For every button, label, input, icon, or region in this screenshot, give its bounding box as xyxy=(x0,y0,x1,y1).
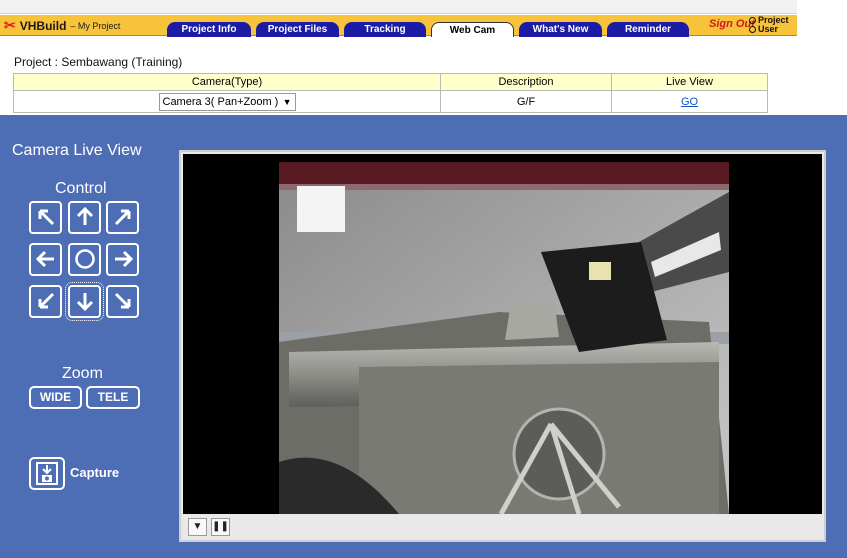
brand-subtitle: – My Project xyxy=(70,20,121,31)
page-title: Camera Live View xyxy=(12,142,142,159)
pause-button[interactable]: ❚❚ xyxy=(211,518,230,536)
arrow-down-icon xyxy=(76,293,93,312)
brand-name: VHBuild xyxy=(19,18,67,33)
header-camera-type: Camera(Type) xyxy=(13,73,441,91)
top-bar: ✂ VHBuild – My Project Project Info Proj… xyxy=(0,0,847,40)
camera-table: Camera(Type) Description Live View Camer… xyxy=(13,73,768,113)
capture-label: Capture xyxy=(70,465,120,480)
camera-cell: Camera 3( Pan+Zoom ) ▼ xyxy=(13,90,441,113)
pan-down-right-button[interactable] xyxy=(106,285,139,318)
option-user-label: User xyxy=(758,24,779,34)
arrow-down-right-icon xyxy=(114,292,130,309)
zoom-tele-button[interactable]: TELE xyxy=(86,386,140,409)
sign-out-link[interactable]: Sign Out xyxy=(709,18,755,30)
tab-project-files[interactable]: Project Files xyxy=(256,22,339,37)
zoom-wide-button[interactable]: WIDE xyxy=(29,386,82,409)
pan-down-button[interactable] xyxy=(65,282,104,321)
capture-button[interactable] xyxy=(29,457,65,490)
live-camera-feed xyxy=(279,162,729,514)
tab-project-info[interactable]: Project Info xyxy=(167,22,251,37)
circle-icon xyxy=(74,249,95,269)
arrow-up-icon xyxy=(76,206,93,225)
header-description: Description xyxy=(440,73,612,91)
brand: ✂ VHBuild – My Project xyxy=(4,15,120,36)
home-position-button[interactable] xyxy=(68,243,101,276)
video-player: ▼ ❚❚ xyxy=(179,150,826,542)
video-viewport xyxy=(183,154,822,514)
option-user[interactable]: User xyxy=(749,25,789,34)
video-menu-button[interactable]: ▼ xyxy=(188,518,207,536)
project-title: Project : Sembawang (Training) xyxy=(14,55,183,69)
pan-left-button[interactable] xyxy=(29,243,62,276)
chevron-down-icon: ▼ xyxy=(282,96,292,107)
radio-icon xyxy=(749,17,756,24)
arrow-up-left-icon xyxy=(38,209,54,226)
camera-capture-icon xyxy=(36,462,58,485)
pan-up-right-button[interactable] xyxy=(106,201,139,234)
video-controls: ▼ ❚❚ xyxy=(183,515,822,538)
user-options: Project User xyxy=(749,16,789,34)
control-label: Control xyxy=(55,180,107,197)
pan-down-left-button[interactable] xyxy=(29,285,62,318)
radio-icon xyxy=(749,26,756,33)
pan-up-button[interactable] xyxy=(68,201,101,234)
arrow-left-icon xyxy=(35,250,54,268)
arrow-down-left-icon xyxy=(38,292,54,309)
pan-up-left-button[interactable] xyxy=(29,201,62,234)
arrow-up-right-icon xyxy=(114,209,130,226)
camera-select-value: Camera 3( Pan+Zoom ) xyxy=(162,95,279,108)
camera-select[interactable]: Camera 3( Pan+Zoom ) ▼ xyxy=(158,92,296,111)
header-live-view: Live View xyxy=(611,73,768,91)
camera-feed-image xyxy=(279,162,729,514)
tab-web-cam[interactable]: Web Cam xyxy=(431,22,514,37)
zoom-label: Zoom xyxy=(62,365,103,382)
arrow-right-icon xyxy=(114,250,133,268)
pan-right-button[interactable] xyxy=(106,243,139,276)
tab-whats-new[interactable]: What's New xyxy=(519,22,602,37)
tab-tracking[interactable]: Tracking xyxy=(344,22,426,37)
brand-logo-icon: ✂ xyxy=(4,17,16,33)
live-view-cell: GO xyxy=(611,90,768,113)
description-cell: G/F xyxy=(440,90,612,113)
tab-reminder[interactable]: Reminder xyxy=(607,22,689,37)
pause-icon: ❚❚ xyxy=(212,521,229,532)
top-strip xyxy=(0,0,797,14)
triangle-down-icon: ▼ xyxy=(192,521,203,532)
go-link[interactable]: GO xyxy=(681,96,698,108)
